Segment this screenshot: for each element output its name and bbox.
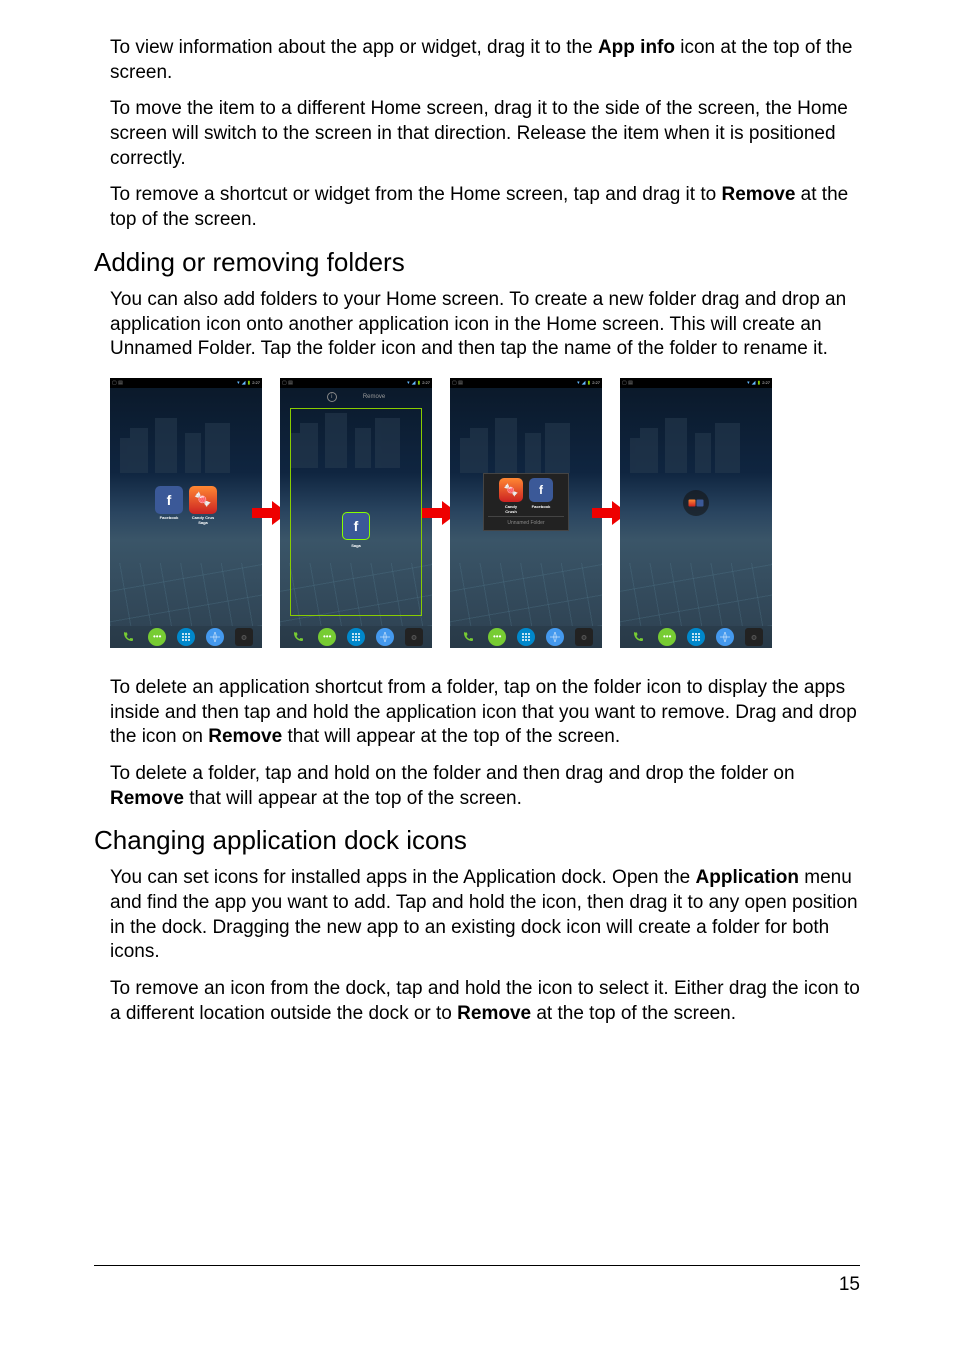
camera-icon	[575, 628, 593, 646]
camera-icon	[745, 628, 763, 646]
browser-icon	[716, 628, 734, 646]
screenshot-sequence: ▢ ▤ ▾ ◢ ▮ 2:27 f Facebook 🍬 Ca	[94, 378, 860, 648]
paragraph-dock-remove: To remove an icon from the dock, tap and…	[94, 977, 860, 1026]
facebook-app-icon: f Facebook	[155, 486, 183, 514]
bold-remove-3: Remove	[110, 788, 184, 809]
candy-app-icon: 🍬 CandyCrush	[499, 478, 523, 502]
dock: •••	[110, 626, 262, 648]
facebook-app-icon: f Facebook	[529, 478, 553, 502]
phone-screen-1: ▢ ▤ ▾ ◢ ▮ 2:27 f Facebook 🍬 Ca	[110, 378, 262, 648]
paragraph-delete-shortcut: To delete an application shortcut from a…	[94, 676, 860, 750]
phone-icon	[629, 628, 647, 646]
apps-icon	[517, 628, 535, 646]
bold-remove-1: Remove	[721, 184, 795, 205]
bold-appinfo: App info	[598, 37, 675, 58]
status-left-icons: ▢ ▤	[112, 380, 123, 386]
paragraph-delete-folder: To delete a folder, tap and hold on the …	[94, 762, 860, 811]
remove-label: Remove	[363, 394, 385, 400]
status-bar: ▢ ▤ ▾ ◢ ▮ 2:27	[110, 378, 262, 388]
camera-icon	[405, 628, 423, 646]
paragraph-move: To move the item to a different Home scr…	[94, 97, 860, 171]
candy-app-icon: 🍬 Candy CrusSaga	[189, 486, 217, 514]
wifi-icon: ▾	[237, 380, 240, 386]
paragraph-addfolders: You can also add folders to your Home sc…	[94, 288, 860, 362]
remove-bar: i Remove	[280, 388, 432, 406]
camera-icon	[235, 628, 253, 646]
info-circle-icon: i	[327, 392, 337, 402]
apps-icon	[347, 628, 365, 646]
phone-icon	[119, 628, 137, 646]
apps-icon	[177, 628, 195, 646]
phone-icon	[289, 628, 307, 646]
paragraph-remove-shortcut: To remove a shortcut or widget from the …	[94, 183, 860, 232]
messages-icon: •••	[148, 628, 166, 646]
battery-icon: ▮	[247, 380, 250, 386]
bold-application: Application	[696, 867, 799, 888]
footer-divider	[94, 1265, 860, 1266]
phone-screen-3: ▢ ▤ ▾◢▮ 2:27 🍬 CandyCrush f	[450, 378, 602, 648]
folder-open-popup: 🍬 CandyCrush f Facebook Unnamed Folder	[483, 473, 569, 531]
apps-icon	[687, 628, 705, 646]
phone-screen-2: ▢ ▤ ▾◢▮ 2:27 i Remove f Saga •••	[280, 378, 432, 648]
status-time: 2:27	[252, 380, 260, 385]
messages-icon: •••	[318, 628, 336, 646]
folder-name-label: Unnamed Folder	[488, 516, 564, 526]
signal-icon: ◢	[242, 380, 246, 386]
closed-folder-icon	[683, 490, 709, 516]
heading-folders: Adding or removing folders	[94, 247, 860, 278]
browser-icon	[546, 628, 564, 646]
bold-remove-2: Remove	[208, 726, 282, 747]
paragraph-appinfo: To view information about the app or wid…	[94, 36, 860, 85]
home-apps: f Facebook 🍬 Candy CrusSaga	[110, 486, 262, 514]
bold-remove-4: Remove	[457, 1003, 531, 1024]
browser-icon	[206, 628, 224, 646]
messages-icon: •••	[658, 628, 676, 646]
dragging-facebook-icon: f Saga	[342, 512, 370, 540]
page-number: 15	[839, 1274, 860, 1296]
browser-icon	[376, 628, 394, 646]
messages-icon: •••	[488, 628, 506, 646]
phone-screen-4: ▢ ▤ ▾◢▮ 2:27 •••	[620, 378, 772, 648]
phone-icon	[459, 628, 477, 646]
paragraph-dock-set: You can set icons for installed apps in …	[94, 866, 860, 965]
heading-dock: Changing application dock icons	[94, 825, 860, 856]
wallpaper-skyline	[110, 413, 262, 473]
